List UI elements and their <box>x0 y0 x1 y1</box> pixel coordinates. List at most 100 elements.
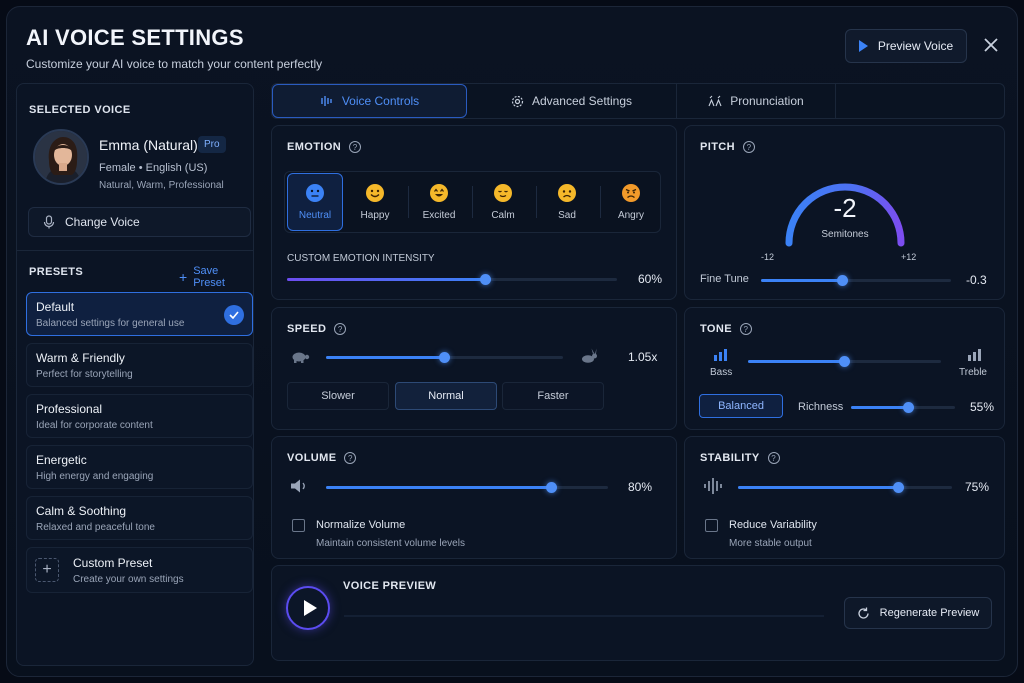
speed-slider[interactable] <box>326 352 563 363</box>
emotion-angry[interactable]: Angry <box>603 173 659 231</box>
preset-calm-soothing[interactable]: Calm & Soothing Relaxed and peaceful ton… <box>26 496 253 540</box>
tab-bar: Voice Controls Advanced Settings Pronunc… <box>271 83 1005 119</box>
preset-professional[interactable]: Professional Ideal for corporate content <box>26 394 253 438</box>
preview-voice-button[interactable]: Preview Voice <box>845 29 967 63</box>
slider-handle[interactable] <box>837 275 849 286</box>
waveform-visualization[interactable] <box>344 588 824 644</box>
volume-title: VOLUME <box>287 452 337 464</box>
fine-tune-label: Fine Tune <box>700 273 749 285</box>
voice-meta: Female • English (US) <box>99 162 208 174</box>
preset-default[interactable]: Default Balanced settings for general us… <box>26 292 253 336</box>
richness-slider[interactable] <box>851 402 955 413</box>
emotion-neutral[interactable]: Neutral <box>287 173 343 231</box>
stability-slider[interactable] <box>738 482 952 493</box>
preset-title: Calm & Soothing <box>36 504 127 518</box>
speed-title: SPEED <box>287 323 327 335</box>
tab-voice-controls[interactable]: Voice Controls <box>272 84 467 118</box>
intensity-slider[interactable] <box>287 274 617 285</box>
play-preview-button[interactable] <box>286 586 330 630</box>
preset-warm-friendly[interactable]: Warm & Friendly Perfect for storytelling <box>26 343 253 387</box>
save-preset-button[interactable]: + Save Preset <box>179 265 253 289</box>
pronunciation-icon <box>708 95 722 107</box>
emotion-selector: Neutral Happy Excited Calm Sad Angry <box>284 171 661 233</box>
plus-icon: + <box>35 558 59 582</box>
waveform-icon <box>704 478 722 494</box>
reduce-variability-label: Reduce Variability <box>729 519 817 531</box>
custom-preset-button[interactable]: + Custom Preset Create your own settings <box>26 547 253 593</box>
volume-value: 80% <box>628 480 653 494</box>
stability-heading: STABILITY ? <box>700 452 780 464</box>
slider-fill <box>287 278 485 281</box>
slider-handle[interactable] <box>546 482 558 493</box>
change-voice-button[interactable]: Change Voice <box>28 207 251 237</box>
slider-handle[interactable] <box>902 402 914 413</box>
speed-faster-button[interactable]: Faster <box>502 382 604 410</box>
richness-label: Richness <box>798 401 844 413</box>
happy-face-icon <box>366 183 384 202</box>
tone-card: TONE ? Bass Treble Balanced Richness 55% <box>684 307 1005 430</box>
slider-handle[interactable] <box>839 356 850 367</box>
stability-card: STABILITY ? 75% Reduce Variability More … <box>684 436 1005 559</box>
emotion-divider <box>600 186 601 218</box>
sidebar-divider <box>17 250 253 251</box>
tab-pronunciation[interactable]: Pronunciation <box>677 84 835 118</box>
speed-slower-button[interactable]: Slower <box>287 382 389 410</box>
emotion-heading: EMOTION ? <box>287 141 362 153</box>
intensity-label: CUSTOM EMOTION INTENSITY <box>287 253 435 264</box>
speed-card: SPEED ? 1.05x Slower Normal Faster <box>271 307 677 430</box>
angry-face-icon <box>622 183 640 202</box>
close-icon[interactable] <box>981 35 1001 55</box>
normalize-volume-desc: Maintain consistent volume levels <box>316 538 465 549</box>
emotion-title: EMOTION <box>287 141 342 153</box>
refresh-icon <box>858 607 869 619</box>
fine-tune-slider[interactable] <box>761 275 951 286</box>
bass-label: Bass <box>710 367 733 378</box>
help-icon[interactable]: ? <box>334 323 347 335</box>
emotion-label: Calm <box>491 209 515 221</box>
turtle-icon <box>292 352 310 363</box>
neutral-face-icon <box>306 183 324 202</box>
preset-desc: Balanced settings for general use <box>36 318 185 329</box>
slider-fill <box>326 356 445 359</box>
help-icon[interactable]: ? <box>349 141 362 153</box>
tone-slider[interactable] <box>748 356 941 367</box>
slider-handle[interactable] <box>893 482 904 493</box>
save-preset-label: Save Preset <box>193 265 225 289</box>
speed-normal-button[interactable]: Normal <box>395 382 497 410</box>
emotion-excited[interactable]: Excited <box>411 173 467 231</box>
slider-fill <box>326 486 552 489</box>
regenerate-preview-label: Regenerate Preview <box>879 607 980 619</box>
normalize-volume-checkbox[interactable] <box>292 519 305 532</box>
emotion-calm[interactable]: Calm <box>475 173 531 231</box>
stability-title: STABILITY <box>700 452 760 464</box>
preset-desc: Create your own settings <box>73 573 184 585</box>
tab-divider <box>835 84 836 118</box>
volume-heading: VOLUME ? <box>287 452 357 464</box>
preset-desc: Perfect for storytelling <box>36 369 133 380</box>
pitch-card: PITCH ? -2 Semitones -12 +12 Fine Tune -… <box>684 125 1005 300</box>
slider-handle[interactable] <box>479 274 491 285</box>
help-icon[interactable]: ? <box>344 452 357 464</box>
reduce-variability-desc: More stable output <box>729 538 812 549</box>
regenerate-preview-button[interactable]: Regenerate Preview <box>844 597 992 629</box>
tab-label: Advanced Settings <box>531 94 633 108</box>
treble-bars-icon <box>968 349 981 361</box>
help-icon[interactable]: ? <box>739 323 752 335</box>
avatar <box>33 129 89 185</box>
volume-slider[interactable] <box>326 482 608 493</box>
slider-handle[interactable] <box>439 352 450 363</box>
volume-card: VOLUME ? 80% Normalize Volume Maintain c… <box>271 436 677 559</box>
emotion-card: EMOTION ? Neutral Happy Excited Calm Sad… <box>271 125 677 300</box>
help-icon[interactable]: ? <box>743 141 755 153</box>
emotion-sad[interactable]: Sad <box>539 173 595 231</box>
emotion-label: Excited <box>422 209 456 221</box>
emotion-label: Sad <box>558 209 576 221</box>
pitch-max-label: +12 <box>901 252 917 262</box>
bass-bars-icon <box>714 349 727 361</box>
balanced-button[interactable]: Balanced <box>699 394 783 418</box>
help-icon[interactable]: ? <box>767 452 780 464</box>
emotion-happy[interactable]: Happy <box>347 173 403 231</box>
preset-energetic[interactable]: Energetic High energy and engaging <box>26 445 253 489</box>
reduce-variability-checkbox[interactable] <box>705 519 718 532</box>
tab-advanced-settings[interactable]: Advanced Settings <box>468 84 675 118</box>
